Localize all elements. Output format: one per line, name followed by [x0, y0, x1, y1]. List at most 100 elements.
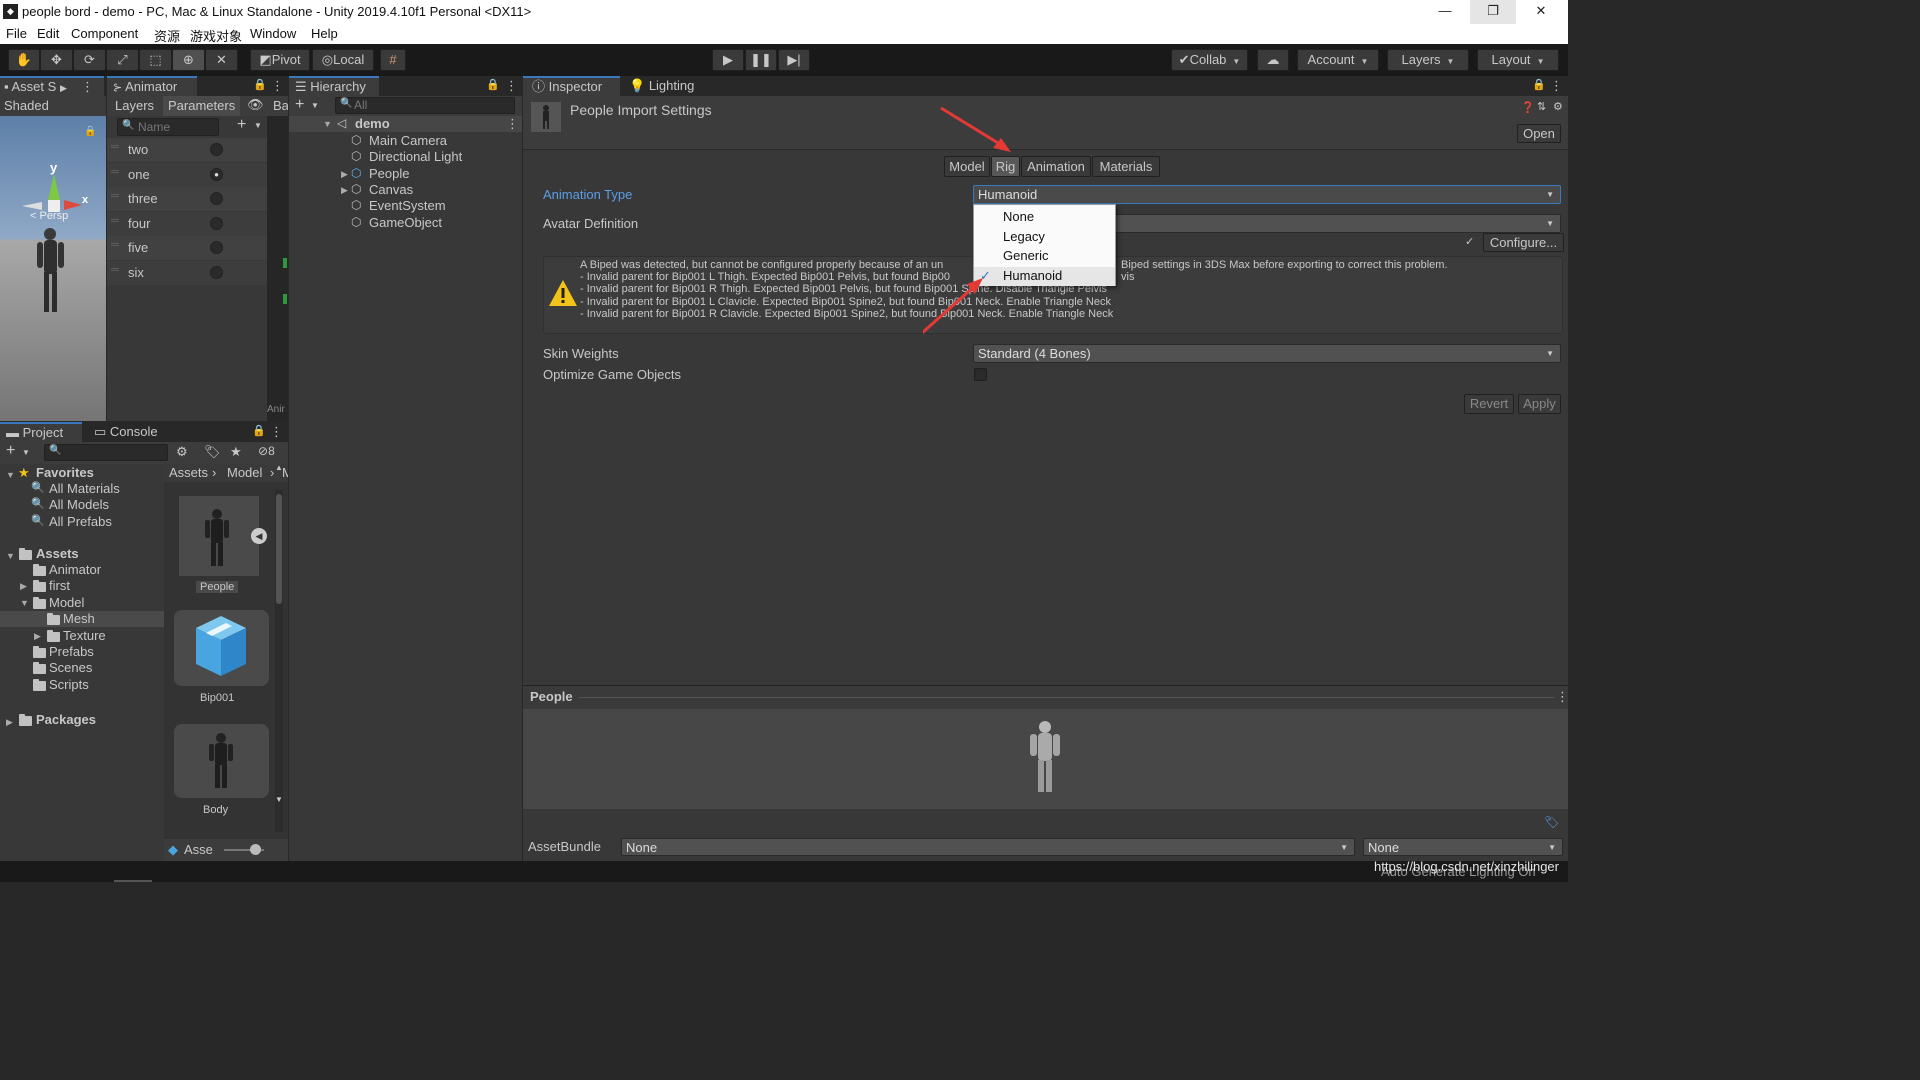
hierarchy-item[interactable]: ⬡ EventSystem — [289, 198, 522, 214]
add-parameter-button[interactable]: + — [237, 116, 246, 134]
expand-arrow-icon[interactable]: ▼ — [323, 119, 332, 129]
packages-label[interactable]: Packages — [36, 712, 96, 727]
label-icon[interactable]: 🏷 — [1544, 815, 1559, 829]
lock-icon[interactable]: 🔒 — [84, 126, 96, 138]
assetbundle-dropdown[interactable]: None ▼ — [621, 838, 1355, 856]
menu-gameobject[interactable]: 游戏对象 — [190, 26, 242, 45]
play-button[interactable]: ▶ — [712, 49, 744, 71]
parameter-toggle[interactable] — [210, 241, 223, 254]
asset-folder-item[interactable]: Mesh — [0, 611, 164, 628]
create-button[interactable]: + — [295, 96, 304, 114]
revert-button[interactable]: Revert — [1464, 394, 1514, 414]
assets-label[interactable]: Assets — [36, 546, 79, 561]
account-dropdown[interactable]: Account ▼ — [1297, 49, 1379, 71]
expand-arrow-icon[interactable]: ▶ — [6, 717, 13, 728]
parameter-toggle[interactable] — [210, 216, 223, 230]
chevron-down-icon[interactable]: ▼ — [254, 121, 262, 130]
collapse-arrow-icon[interactable]: ◀ — [251, 528, 267, 544]
parameter-row[interactable]: ═ six — [107, 260, 267, 285]
collapse-arrow-icon[interactable]: ▼ — [20, 598, 29, 608]
parameter-row[interactable]: ═ two — [107, 138, 267, 162]
label-icon[interactable]: 🏷 — [204, 444, 221, 460]
tab-animator[interactable]: ⊱ Animator — [107, 76, 197, 96]
lock-icon[interactable]: 🔒 — [252, 424, 266, 437]
drag-handle-icon[interactable]: ═ — [111, 190, 119, 202]
more-options-icon[interactable]: ⋮ — [505, 78, 518, 94]
eye-icon[interactable]: 👁 — [247, 97, 264, 113]
asset-people-thumbnail[interactable]: ◀ — [179, 496, 267, 576]
drag-handle-icon[interactable]: ═ — [111, 239, 119, 251]
more-options-icon[interactable]: ⋮ — [270, 424, 283, 440]
tab-project[interactable]: ▬ Project — [0, 422, 82, 442]
hidden-packages-toggle[interactable]: ⊘8 — [258, 444, 275, 458]
scroll-down-icon[interactable]: ▼ — [275, 795, 283, 804]
parameter-row[interactable]: ═ one ● — [107, 162, 267, 187]
rect-tool-button[interactable]: ⬚ — [139, 49, 172, 71]
restore-button[interactable]: ❐ — [1470, 0, 1516, 24]
more-options-icon[interactable]: ⋮ — [271, 78, 284, 94]
favorite-item[interactable]: 🔍 All Prefabs — [0, 514, 164, 530]
menu-file[interactable]: File — [6, 26, 27, 41]
cloud-button[interactable]: ☁ — [1257, 49, 1289, 71]
menu-edit[interactable]: Edit — [37, 26, 59, 41]
parameter-name[interactable]: two — [128, 142, 148, 157]
expand-arrow-icon[interactable]: ▼ — [6, 551, 15, 561]
custom-tool-button[interactable]: ✕ — [205, 49, 238, 71]
scroll-up-icon[interactable]: ▲ — [275, 463, 283, 472]
lock-icon[interactable]: 🔒 — [486, 78, 500, 91]
filter-type-icon[interactable]: ⚙ — [176, 444, 188, 460]
menu-window[interactable]: Window — [250, 26, 296, 41]
asset-folder-item[interactable]: Scripts — [0, 677, 164, 693]
scrollbar-thumb[interactable] — [276, 494, 282, 604]
tab-console[interactable]: ▭ Console — [88, 422, 168, 442]
parameter-name[interactable]: four — [128, 216, 150, 231]
transform-tool-button[interactable]: ⊕ — [172, 49, 205, 71]
hierarchy-item[interactable]: ▶ ⬡ Canvas — [289, 182, 522, 198]
menu-component[interactable]: Component — [71, 26, 138, 41]
gear-icon[interactable]: ⚙ — [1553, 100, 1563, 113]
more-options-icon[interactable]: ⋮ — [506, 116, 519, 132]
asset-folder-item[interactable]: ▼ Model — [0, 595, 164, 611]
parameter-name[interactable]: three — [128, 191, 158, 206]
breadcrumb-assets[interactable]: Assets — [169, 465, 208, 480]
parameter-name[interactable]: six — [128, 265, 144, 280]
subtab-parameters[interactable]: Parameters — [163, 96, 241, 116]
open-button[interactable]: Open — [1517, 124, 1561, 143]
model-preview[interactable] — [523, 709, 1568, 809]
scene-row[interactable]: ▼ ◁ demo ⋮ — [289, 116, 522, 132]
move-tool-button[interactable]: ✥ — [40, 49, 73, 71]
hierarchy-item[interactable]: ▶ ⬡ People — [289, 166, 522, 182]
scene-viewport[interactable]: y x < Persp 🔒 — [0, 116, 106, 421]
tab-lighting[interactable]: 💡 Lighting — [623, 76, 703, 96]
asset-folder-item[interactable]: Scenes — [0, 660, 164, 676]
layout-dropdown[interactable]: Layout ▼ — [1477, 49, 1559, 71]
expand-arrow-icon[interactable]: ▶ — [34, 631, 41, 642]
favorites-label[interactable]: Favorites — [36, 465, 94, 480]
configure-button[interactable]: Configure... — [1483, 233, 1564, 252]
parameter-toggle[interactable]: ● — [210, 167, 223, 181]
layers-dropdown[interactable]: Layers ▼ — [1387, 49, 1469, 71]
tab-asset-store[interactable]: ▪ Asset S ▶ ⋮ — [0, 76, 104, 96]
expand-arrow-icon[interactable]: ▼ — [6, 470, 15, 480]
lock-icon[interactable]: 🔒 — [253, 78, 267, 91]
hierarchy-item[interactable]: ⬡ GameObject — [289, 215, 522, 231]
subtab-layers[interactable]: Layers — [115, 98, 154, 113]
slider-handle[interactable] — [250, 844, 261, 855]
hierarchy-search-input[interactable]: 🔍 All — [335, 97, 515, 114]
optimize-game-objects-checkbox[interactable] — [974, 368, 987, 381]
tab-hierarchy[interactable]: ☰ Hierarchy — [289, 76, 379, 96]
parameter-name[interactable]: five — [128, 240, 148, 255]
project-scrollbar[interactable] — [275, 490, 283, 832]
collab-dropdown[interactable]: ✔Collab ▼ — [1171, 49, 1248, 71]
chevron-down-icon[interactable]: ▼ — [22, 448, 30, 457]
menu-assets[interactable]: 资源 — [154, 26, 180, 45]
asset-body-thumbnail[interactable] — [174, 724, 269, 798]
parameter-toggle[interactable] — [210, 192, 223, 205]
favorite-item[interactable]: 🔍 All Materials — [0, 481, 164, 497]
more-options-icon[interactable]: ⋮ — [1550, 78, 1563, 94]
project-search-input[interactable]: 🔍 — [44, 444, 168, 461]
parameter-toggle[interactable] — [210, 265, 223, 279]
scale-tool-button[interactable]: ⤢ — [106, 49, 139, 71]
asset-folder-item[interactable]: ▶ Texture — [0, 628, 164, 644]
drag-handle-icon[interactable]: ═ — [111, 141, 119, 153]
